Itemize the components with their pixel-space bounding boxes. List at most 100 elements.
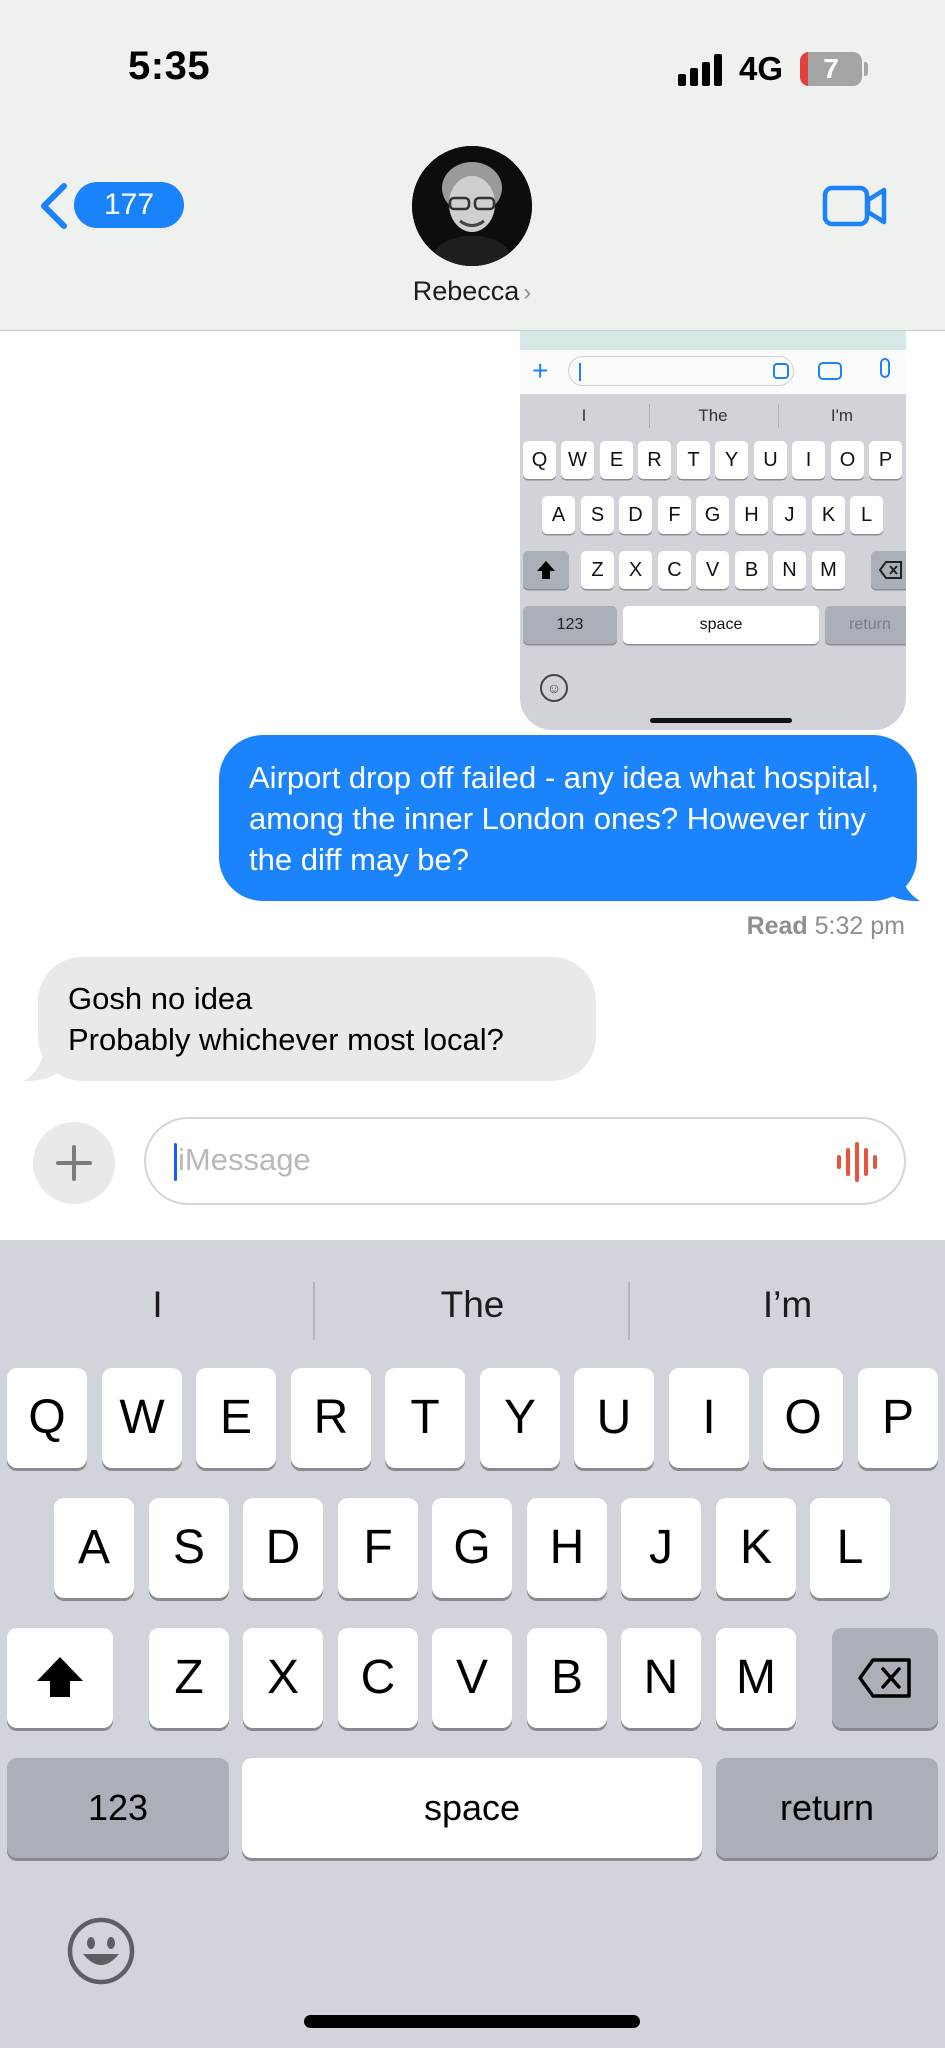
cellular-signal-icon	[678, 52, 726, 86]
screenshot-key: W	[561, 441, 594, 479]
contact-name-button[interactable]: Rebecca ›	[392, 276, 552, 307]
home-indicator	[304, 2015, 640, 2028]
plus-icon: +	[532, 355, 549, 386]
screenshot-key: P	[869, 441, 902, 479]
read-receipt: Read 5:32 pm	[747, 912, 905, 941]
incoming-message-bubble[interactable]: Gosh no idea Probably whichever most loc…	[38, 957, 596, 1081]
conversation-header: 5:35 4G 7 177 Rebecca ›	[0, 0, 945, 331]
screenshot-key: X	[619, 551, 652, 589]
key-n[interactable]: N	[621, 1628, 701, 1728]
emoji-icon[interactable]	[66, 1916, 136, 1986]
person-photo-icon	[412, 146, 532, 266]
screenshot-key: L	[850, 496, 883, 534]
key-i[interactable]: I	[669, 1368, 749, 1468]
shift-icon	[37, 1657, 83, 1697]
outgoing-message-bubble[interactable]: Airport drop off failed - any idea what …	[219, 735, 917, 901]
screenshot-home-indicator	[650, 718, 792, 723]
screenshot-key: E	[600, 441, 633, 479]
suggestion-3[interactable]: I’m	[630, 1284, 945, 1326]
delete-key[interactable]	[832, 1628, 938, 1728]
battery-level: 7	[823, 53, 839, 84]
screenshot-key: G	[696, 496, 729, 534]
read-time: 5:32 pm	[814, 912, 905, 940]
incoming-message-line: Gosh no idea	[68, 981, 253, 1016]
key-w[interactable]: W	[102, 1368, 182, 1468]
screenshot-key: Q	[523, 441, 556, 479]
key-y[interactable]: Y	[480, 1368, 560, 1468]
key-r[interactable]: R	[291, 1368, 371, 1468]
suggestion-2[interactable]: The	[315, 1284, 630, 1326]
screenshot-key: A	[542, 496, 575, 534]
screenshot-suggestion: I'm	[830, 406, 854, 425]
key-v[interactable]: V	[432, 1628, 512, 1728]
key-g[interactable]: G	[432, 1498, 512, 1598]
screenshot-key: C	[658, 551, 691, 589]
contact-name: Rebecca	[412, 276, 520, 306]
text-cursor	[174, 1143, 177, 1181]
back-button[interactable]: 177	[38, 178, 184, 234]
screenshot-key: J	[773, 496, 806, 534]
key-c[interactable]: C	[338, 1628, 418, 1728]
screenshot-suggestion: The	[698, 406, 728, 425]
plus-icon	[56, 1145, 92, 1181]
key-x[interactable]: X	[243, 1628, 323, 1728]
battery-icon: 7	[800, 52, 862, 86]
screenshot-space-key: space	[623, 606, 819, 644]
space-key[interactable]: space	[242, 1758, 702, 1858]
microphone-icon	[880, 358, 890, 378]
key-d[interactable]: D	[243, 1498, 323, 1598]
key-s[interactable]: S	[149, 1498, 229, 1598]
screenshot-suggestions: I The I'm	[520, 400, 906, 432]
message-placeholder: iMessage	[178, 1142, 311, 1177]
key-l[interactable]: L	[810, 1498, 890, 1598]
attached-screenshot-image[interactable]: + I The I'm Q W E R T Y U I O P A S D F …	[520, 300, 906, 730]
screenshot-key: S	[581, 496, 614, 534]
key-t[interactable]: T	[385, 1368, 465, 1468]
screenshot-emoji-icon: ☺	[540, 674, 568, 702]
key-m[interactable]: M	[716, 1628, 796, 1728]
shift-key[interactable]	[7, 1628, 113, 1728]
delete-backspace-icon	[858, 1658, 911, 1698]
key-p[interactable]: P	[858, 1368, 938, 1468]
suggestion-1[interactable]: I	[0, 1284, 315, 1326]
battery-cap	[864, 62, 868, 76]
screenshot-key: F	[658, 496, 691, 534]
contact-avatar[interactable]	[412, 146, 532, 266]
voice-waveform-icon[interactable]	[834, 1141, 880, 1183]
key-o[interactable]: O	[763, 1368, 843, 1468]
chevron-right-icon: ›	[523, 279, 532, 306]
screenshot-key: N	[773, 551, 806, 589]
key-u[interactable]: U	[574, 1368, 654, 1468]
screenshot-key: R	[638, 441, 671, 479]
screenshot-numbers-key: 123	[523, 606, 617, 644]
screenshot-input-bar: +	[520, 350, 906, 394]
screenshot-suggestion: I	[581, 406, 587, 425]
predictive-suggestions: I The I’m	[0, 1276, 945, 1340]
screenshot-text-field	[568, 356, 794, 386]
return-key[interactable]: return	[716, 1758, 938, 1858]
video-camera-icon[interactable]	[822, 184, 888, 228]
key-e[interactable]: E	[196, 1368, 276, 1468]
key-q[interactable]: Q	[7, 1368, 87, 1468]
key-j[interactable]: J	[621, 1498, 701, 1598]
screenshot-key: M	[812, 551, 845, 589]
screenshot-key: V	[696, 551, 729, 589]
key-b[interactable]: B	[527, 1628, 607, 1728]
status-time: 5:35	[128, 44, 211, 88]
key-a[interactable]: A	[54, 1498, 134, 1598]
key-f[interactable]: F	[338, 1498, 418, 1598]
screenshot-key: O	[831, 441, 864, 479]
outgoing-message-text: Airport drop off failed - any idea what …	[249, 760, 880, 877]
numbers-key[interactable]: 123	[7, 1758, 229, 1858]
screenshot-return-key: return	[825, 606, 906, 644]
key-h[interactable]: H	[527, 1498, 607, 1598]
screenshot-key: D	[619, 496, 652, 534]
network-type: 4G	[739, 50, 784, 87]
sticker-icon	[773, 363, 789, 379]
screenshot-delete-key	[871, 551, 906, 589]
key-z[interactable]: Z	[149, 1628, 229, 1728]
apps-plus-button[interactable]	[33, 1122, 115, 1204]
message-input[interactable]: iMessage	[144, 1117, 906, 1205]
screenshot-key: K	[812, 496, 845, 534]
key-k[interactable]: K	[716, 1498, 796, 1598]
